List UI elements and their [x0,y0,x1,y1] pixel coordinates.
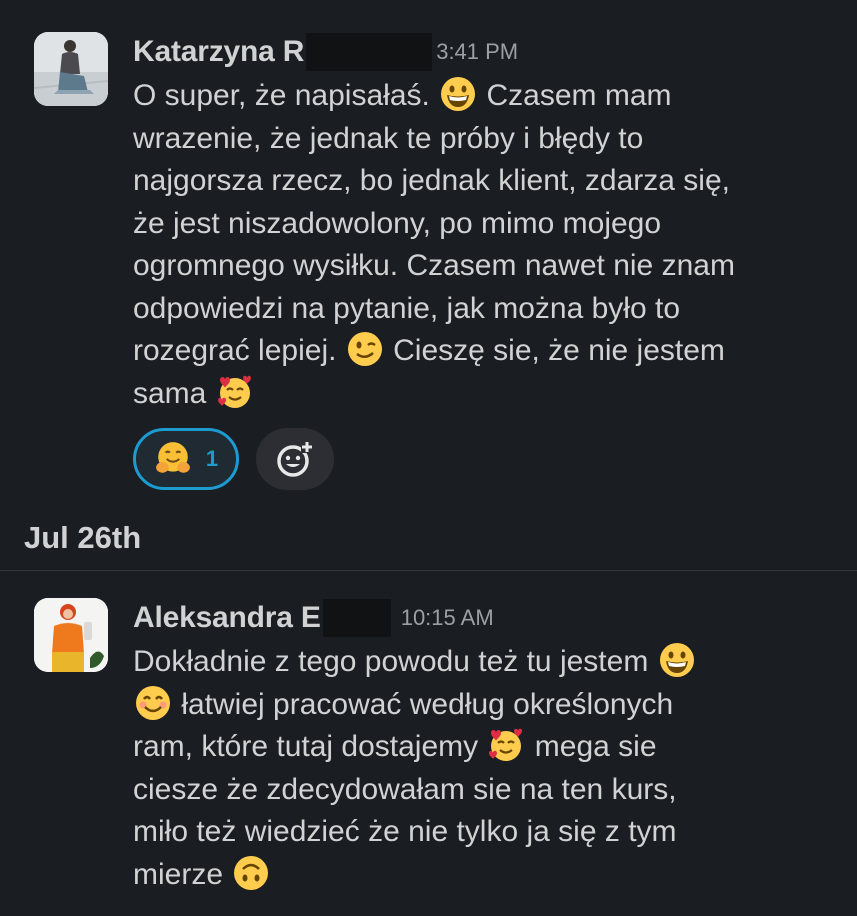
date-divider-line [0,570,857,571]
smile-emoji-icon [135,685,171,721]
message-line: odpowiedzi na pytanie, jak można było to [133,288,735,331]
message-text-segment: odpowiedzi na pytanie, jak można było to [133,291,681,325]
avatar-photo-icon [34,32,108,106]
reaction-count: 1 [205,446,219,471]
message-text-segment: wrazenie, że jednak te próby i błędy to [133,121,644,155]
smiling-hearts-emoji-icon [488,727,524,763]
avatar-photo-icon [34,598,108,672]
message-text-segment: rozegrać lepiej. [133,334,345,367]
message-timestamp[interactable]: 10:15 AM [401,605,494,631]
message-line: że jest niszadowolony, po mimo mojego [133,203,735,246]
message-text-segment: ciesze że zdecydowałam sie na ten kurs, [133,772,677,806]
message-text-segment: mega sie [526,730,657,763]
author-name[interactable]: Katarzyna R [133,35,304,69]
message-text-segment: Cieszę sie, że nie jestem [384,334,725,367]
message-line: miło też wiedzieć że nie tylko ja się z … [133,811,697,854]
message-line: wrazenie, że jednak te próby i błędy to [133,118,735,161]
message-line: ciesze że zdecydowałam sie na ten kurs, [133,769,697,812]
reaction-hugging-face[interactable]: 1 [133,428,239,490]
message-timestamp[interactable]: 3:41 PM [436,39,518,65]
message-text-segment: że jest niszadowolony, po mimo mojego [133,206,662,240]
avatar-aleksandra[interactable] [34,598,108,672]
message-text-segment: miło też wiedzieć że nie tylko ja się z … [133,815,677,848]
add-emoji-icon [277,441,313,477]
message-text-segment: łatwiej pracować według określonych [173,687,674,721]
message-line: Dokładnie z tego powodu też tu jestem [133,641,697,684]
date-divider-label[interactable]: Jul 26th [24,520,141,556]
redacted-surname [306,33,433,71]
add-reaction-button[interactable] [256,428,334,490]
message-text: O super, że napisałaś. Czasem mam wrazeni… [133,75,735,415]
smiling-hearts-emoji-icon [217,374,253,410]
message-text-segment: Czasem mam [478,79,672,112]
message-line: ram, które tutaj dostajemy mega sie [133,726,697,769]
hugging-face-icon [155,442,190,473]
redacted-surname [322,599,391,637]
message-line: O super, że napisałaś. Czasem mam [133,75,735,118]
wink-emoji-icon [347,331,383,367]
message-line: ogromnego wysiłku. Czasem nawet nie znam [133,245,735,288]
upside-down-emoji-icon [233,855,269,891]
message-text-segment: Dokładnie z tego powodu też tu jestem [133,645,657,678]
message-text-segment: ogromnego wysiłku. Czasem nawet nie znam [133,249,735,282]
message-text-segment: mierze [133,857,232,891]
grin-emoji-icon [440,76,476,112]
grin-emoji-icon [659,642,695,678]
message-header: Aleksandra E 10:15 AM [133,598,494,638]
message-header: Katarzyna R 3:41 PM [133,32,518,72]
message-line: mierze [133,854,697,897]
message-text-segment: sama [133,376,215,410]
message-text-segment: najgorsza rzecz, bo jednak klient, zdarz… [133,164,730,197]
message-text-segment: ram, które tutaj dostajemy [133,730,487,763]
avatar-katarzyna[interactable] [34,32,108,106]
message-line: najgorsza rzecz, bo jednak klient, zdarz… [133,160,735,203]
message-line: łatwiej pracować według określonych [133,684,697,727]
message-line: sama [133,373,735,416]
message-text-segment: O super, że napisałaś. [133,79,439,112]
message-text: Dokładnie z tego powodu też tu jestem ła… [133,641,697,896]
author-name[interactable]: Aleksandra E [133,601,321,635]
message-line: rozegrać lepiej. Cieszę sie, że nie jest… [133,330,735,373]
